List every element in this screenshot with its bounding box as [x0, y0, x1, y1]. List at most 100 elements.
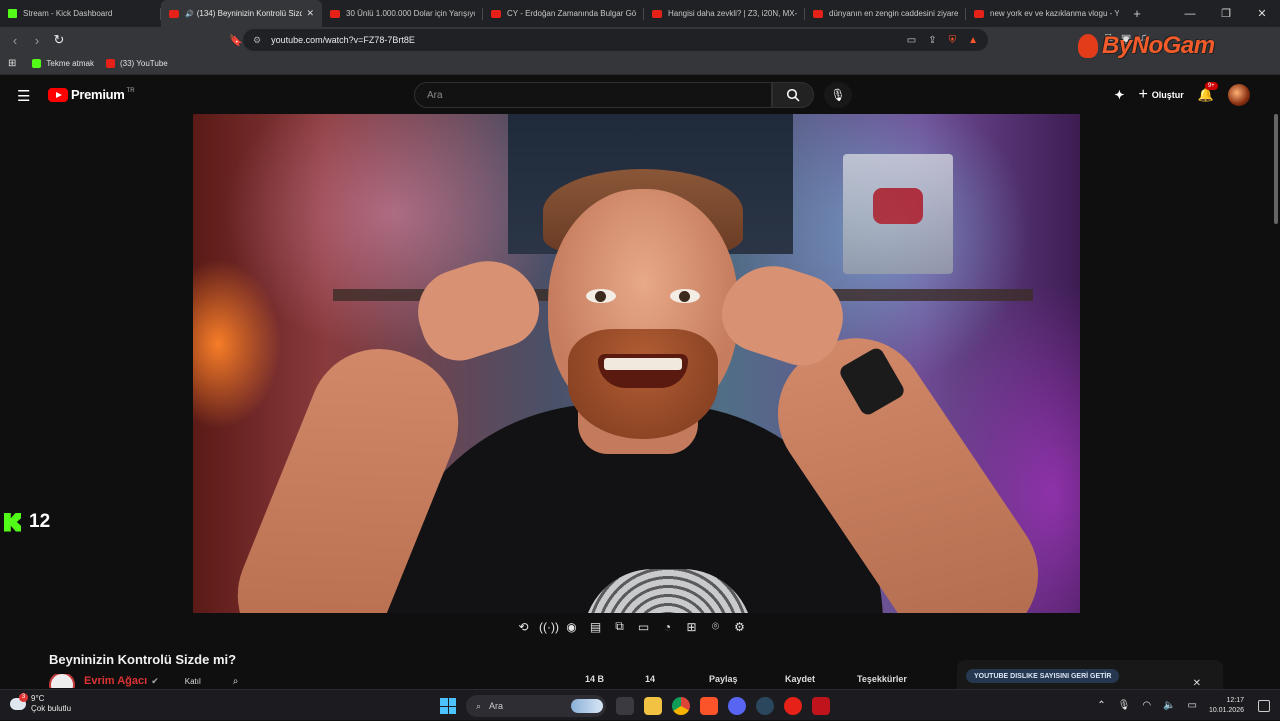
- tab-youtube-5[interactable]: dünyanın en zengin caddesini ziyaret: [805, 0, 966, 27]
- clock[interactable]: 12:17 10.01.2026: [1209, 696, 1244, 716]
- close-tab-icon[interactable]: ✕: [306, 8, 314, 19]
- forward-icon[interactable]: ›: [26, 33, 48, 48]
- share-icon[interactable]: ⇪: [928, 35, 936, 46]
- save-button[interactable]: Kaydet: [785, 674, 815, 684]
- tab-youtube-3[interactable]: CY - Erdoğan Zamanında Bulgar Göçü: [483, 0, 644, 27]
- maximize-icon[interactable]: ❐: [1208, 7, 1244, 20]
- create-button[interactable]: + Oluştur: [1138, 86, 1183, 104]
- channel-row: Evrim Ağacı ✔ Katıl ⌕ 14 B 14 Paylaş Kay…: [49, 674, 949, 688]
- back-icon[interactable]: ‹: [4, 33, 26, 48]
- url-text[interactable]: youtube.com/watch?v=FZ78-7Brt8E: [271, 35, 415, 45]
- share-button[interactable]: Paylaş: [709, 674, 738, 684]
- search-input[interactable]: [427, 89, 771, 101]
- loop-icon[interactable]: ⟲: [515, 620, 532, 634]
- youtube-icon: [330, 9, 340, 18]
- dislike-restore-button[interactable]: YOUTUBE DISLIKE SAYISINI GERİ GETİR: [966, 669, 1120, 683]
- reload-icon[interactable]: ↻: [48, 32, 70, 48]
- new-tab-button[interactable]: +: [1127, 6, 1147, 21]
- site-info-icon[interactable]: ⚙: [253, 35, 261, 46]
- create-label: Oluştur: [1151, 90, 1184, 100]
- brave-rewards-icon[interactable]: ▲: [968, 35, 978, 46]
- close-window-icon[interactable]: ✕: [1244, 7, 1280, 20]
- pip-icon[interactable]: ⧉: [611, 619, 628, 634]
- tab-youtube-active[interactable]: 🔊 (134) Beyninizin Kontrolü Sizde ✕: [161, 0, 322, 27]
- wifi-icon[interactable]: ◠: [1142, 700, 1151, 711]
- tab-youtube-2[interactable]: 30 Ünlü 1.000.000 Dolar için Yarışıyor: [322, 0, 483, 27]
- theater-icon[interactable]: ▭: [635, 620, 652, 634]
- clapper-icon[interactable]: ▤: [587, 620, 604, 634]
- speed-icon[interactable]: ◔: [659, 620, 676, 634]
- page-scrollbar[interactable]: [1274, 114, 1278, 224]
- like-count: 14 B: [585, 674, 605, 684]
- url-bar[interactable]: 🔖 ⚙ youtube.com/watch?v=FZ78-7Brt8E ▭ ⇪ …: [229, 29, 988, 51]
- tab-youtube-6[interactable]: new york ev ve kazıklanma vlogu - YouTub…: [966, 0, 1127, 27]
- thanks-button[interactable]: Teşekkürler: [857, 674, 907, 684]
- search-icon: ⌕: [476, 700, 482, 711]
- bookmark-kick[interactable]: Tekme atmak: [32, 59, 94, 68]
- task-view-icon[interactable]: [616, 697, 634, 715]
- windows-start-icon[interactable]: [440, 698, 456, 714]
- youtube-play-icon: [48, 87, 68, 102]
- screenshot-icon[interactable]: ⌾: [707, 619, 724, 634]
- subscribe-bell-icon[interactable]: ⌕: [233, 676, 239, 687]
- cast-icon[interactable]: ▭: [907, 35, 916, 46]
- file-explorer-icon[interactable]: [644, 697, 662, 715]
- notifications-icon[interactable]: [1258, 699, 1270, 712]
- avatar[interactable]: [1228, 84, 1250, 106]
- settings-icon[interactable]: ⚙: [731, 620, 748, 634]
- window-controls: — ❐ ✕: [1172, 0, 1280, 27]
- youtube-header: ☰ Premium TR 🎙 ✦ + Oluştur 🔔 9+: [0, 76, 1280, 114]
- youtube-icon: [652, 9, 662, 18]
- channel-name[interactable]: Evrim Ağacı: [84, 675, 147, 687]
- search-button[interactable]: [772, 82, 814, 108]
- media-player-icon[interactable]: [784, 697, 802, 715]
- apps-grid-icon[interactable]: ⊞: [8, 58, 16, 69]
- youtube-icon: [813, 9, 823, 18]
- bynogame-logo-icon: [1078, 34, 1098, 58]
- taskbar-search[interactable]: ⌕ Ara: [466, 695, 606, 717]
- speaker-icon[interactable]: 🔊: [185, 10, 194, 18]
- cast-icon[interactable]: ✦: [1114, 88, 1124, 102]
- weather-widget[interactable]: 9°C Çok bulutlu: [10, 693, 71, 714]
- volume-icon[interactable]: 🔈: [1163, 700, 1175, 711]
- voice-search-button[interactable]: 🎙: [824, 82, 852, 108]
- youtube-icon: [105, 59, 115, 68]
- steam-icon[interactable]: [756, 697, 774, 715]
- presenter-left-eye: [586, 289, 616, 303]
- broadcast-icon[interactable]: ((·)): [539, 620, 559, 634]
- like-button[interactable]: 14 B: [585, 674, 604, 684]
- bookmark-youtube[interactable]: (33) YouTube: [105, 59, 168, 68]
- youtube-icon: [974, 9, 984, 18]
- youtube-premium-logo[interactable]: Premium TR: [48, 87, 135, 102]
- tab-kick-dashboard[interactable]: Stream - Kick Dashboard: [0, 0, 161, 27]
- chrome-icon[interactable]: [672, 697, 690, 715]
- search-box: [414, 82, 772, 108]
- bookmark-icon[interactable]: 🔖: [229, 34, 243, 47]
- video-player[interactable]: [193, 114, 1080, 613]
- search-highlight-image: [571, 699, 603, 713]
- weather-temp: 9°C: [31, 694, 45, 703]
- comments-button[interactable]: 14: [645, 674, 655, 684]
- logo-region: TR: [126, 88, 135, 94]
- microphone-icon[interactable]: 🎙: [1118, 700, 1131, 711]
- add-icon[interactable]: ⊞: [683, 620, 700, 634]
- browser-tab-bar: Stream - Kick Dashboard 🔊 (134) Beyniniz…: [0, 0, 1280, 27]
- chevron-up-icon[interactable]: ⌃: [1097, 700, 1105, 711]
- watermark-text: ByNoGam: [1102, 32, 1215, 59]
- watch-later-icon[interactable]: ◉: [563, 620, 580, 634]
- verified-icon: ✔: [151, 675, 159, 686]
- join-button[interactable]: Katıl: [185, 677, 201, 686]
- brave-icon[interactable]: [700, 697, 718, 715]
- channel-avatar[interactable]: [49, 674, 75, 688]
- tab-youtube-4[interactable]: Hangisi daha zevkli? | Z3, i20N, MX-5: [644, 0, 805, 27]
- logo-text: Premium: [71, 87, 125, 102]
- close-icon[interactable]: ✕: [1193, 678, 1201, 689]
- app-icon[interactable]: [812, 697, 830, 715]
- discord-icon[interactable]: [728, 697, 746, 715]
- notifications-button[interactable]: 🔔 9+: [1198, 82, 1218, 103]
- player-enhancer-toolbar: ⟲ ((·)) ◉ ▤ ⧉ ▭ ◔ ⊞ ⌾ ⚙: [515, 619, 748, 634]
- battery-icon[interactable]: ▭: [1188, 700, 1197, 711]
- minimize-icon[interactable]: —: [1172, 8, 1208, 20]
- menu-icon[interactable]: ☰: [17, 87, 30, 105]
- brave-shield-icon[interactable]: ⛨: [949, 35, 957, 46]
